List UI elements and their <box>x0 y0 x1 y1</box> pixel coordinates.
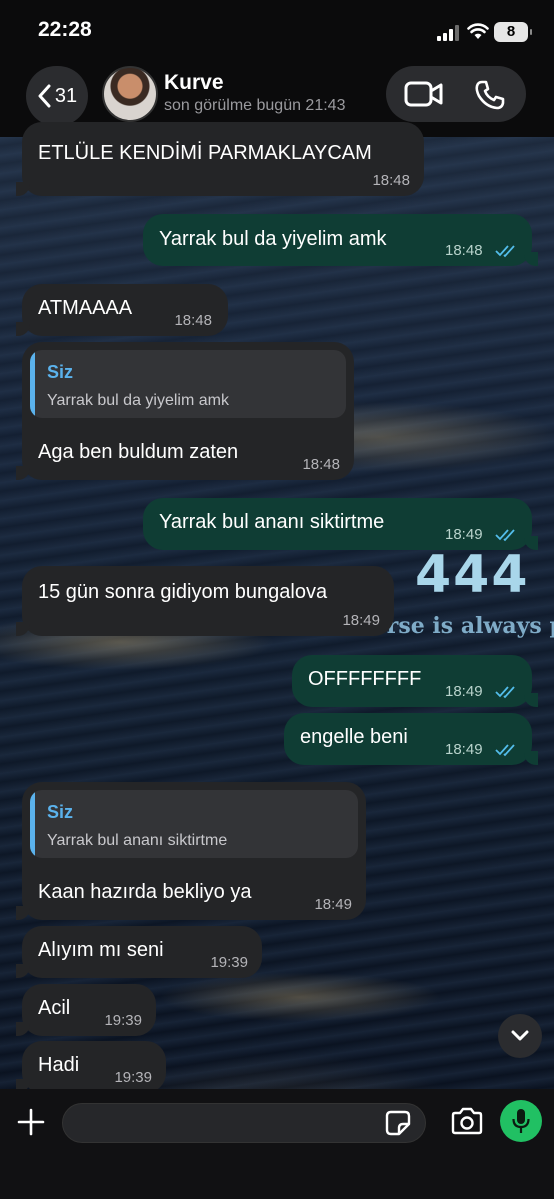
phone-icon[interactable] <box>474 79 506 111</box>
message-incoming-reply[interactable]: Siz Yarrak bul da yiyelim amk Aga ben bu… <box>16 342 354 480</box>
video-camera-icon[interactable] <box>404 80 444 108</box>
camera-icon[interactable] <box>450 1107 484 1135</box>
message-incoming[interactable]: ETLÜLE KENDİMİ PARMAKLAYCAM 18:48 <box>16 122 424 196</box>
last-seen-status: son görülme bugün 21:43 <box>164 97 346 114</box>
message-incoming[interactable]: Acil 19:39 <box>16 984 156 1036</box>
message-time: 18:49 <box>445 741 483 758</box>
quote-text: Yarrak bul da yiyelim amk <box>47 392 229 409</box>
message-time: 18:49 <box>342 612 380 629</box>
message-text: Acil <box>38 997 71 1019</box>
message-incoming[interactable]: ATMAAAA 18:48 <box>16 284 228 336</box>
status-bar: 22:28 8 <box>0 0 554 64</box>
quote-author: Siz <box>47 362 74 382</box>
back-button[interactable]: 31 <box>26 66 88 126</box>
message-time: 19:39 <box>210 954 248 971</box>
message-time: 18:48 <box>372 172 410 189</box>
quoted-message[interactable]: Siz Yarrak bul da yiyelim amk <box>30 350 346 418</box>
read-ticks-icon <box>495 245 515 258</box>
message-text: Kaan hazırda bekliyo ya <box>38 881 252 903</box>
message-text: 15 gün sonra gidiyom bungalova <box>38 581 328 603</box>
scroll-to-bottom-button[interactable] <box>498 1014 542 1058</box>
microphone-button[interactable] <box>500 1100 542 1142</box>
message-outgoing[interactable]: Yarrak bul da yiyelim amk 18:48 <box>143 214 538 266</box>
message-text: ETLÜLE KENDİMİ PARMAKLAYCAM <box>38 142 372 164</box>
message-time: 18:48 <box>174 312 212 329</box>
contact-avatar[interactable] <box>102 66 158 122</box>
message-time: 18:48 <box>445 242 483 259</box>
message-text: Alıyım mı seni <box>38 939 164 961</box>
message-time: 18:49 <box>314 896 352 913</box>
wifi-icon <box>467 23 489 39</box>
message-text: Aga ben buldum zaten <box>38 441 239 463</box>
message-incoming-reply[interactable]: Siz Yarrak bul ananı siktirtme Kaan hazı… <box>16 782 366 920</box>
microphone-icon <box>512 1109 530 1133</box>
message-time: 19:39 <box>104 1012 142 1029</box>
unread-count: 31 <box>54 84 78 107</box>
contact-name[interactable]: Kurve <box>164 71 224 95</box>
message-incoming[interactable]: 15 gün sonra gidiyom bungalova 18:49 <box>16 566 394 636</box>
battery-indicator: 8 <box>494 22 532 42</box>
message-text: Yarrak bul da yiyelim amk <box>159 228 387 250</box>
message-text: Hadi <box>38 1054 80 1076</box>
read-ticks-icon <box>495 686 515 699</box>
message-text: engelle beni <box>300 726 408 748</box>
read-ticks-icon <box>495 744 515 757</box>
chevron-left-icon <box>38 84 51 108</box>
message-outgoing[interactable]: Yarrak bul ananı siktirtme 18:49 <box>143 498 538 550</box>
message-time: 18:48 <box>302 456 340 473</box>
plus-icon[interactable] <box>16 1107 46 1137</box>
message-outgoing[interactable]: OFFFFFFFF 18:49 <box>292 655 538 707</box>
message-time: 19:39 <box>114 1069 152 1086</box>
message-composer <box>0 1089 554 1199</box>
message-input-box[interactable] <box>62 1103 426 1144</box>
message-incoming[interactable]: Hadi 19:39 <box>16 1041 166 1093</box>
chevron-down-icon <box>511 1030 529 1041</box>
message-incoming[interactable]: Alıyım mı seni 19:39 <box>16 926 262 978</box>
quote-author: Siz <box>47 802 74 822</box>
message-text: ATMAAAA <box>38 297 133 319</box>
message-outgoing[interactable]: engelle beni 18:49 <box>284 713 538 765</box>
quote-text: Yarrak bul ananı siktirtme <box>47 832 228 849</box>
read-ticks-icon <box>495 529 515 542</box>
message-time: 18:49 <box>445 683 483 700</box>
cellular-signal-icon <box>437 25 459 41</box>
message-time: 18:49 <box>445 526 483 543</box>
message-input[interactable] <box>77 1104 381 1144</box>
sticker-icon[interactable] <box>385 1110 411 1136</box>
message-text: OFFFFFFFF <box>308 668 422 690</box>
message-text: Yarrak bul ananı siktirtme <box>159 511 385 533</box>
call-actions <box>386 66 526 122</box>
quoted-message[interactable]: Siz Yarrak bul ananı siktirtme <box>30 790 358 858</box>
wallpaper-number: 444 <box>415 545 530 605</box>
status-time: 22:28 <box>38 18 92 41</box>
